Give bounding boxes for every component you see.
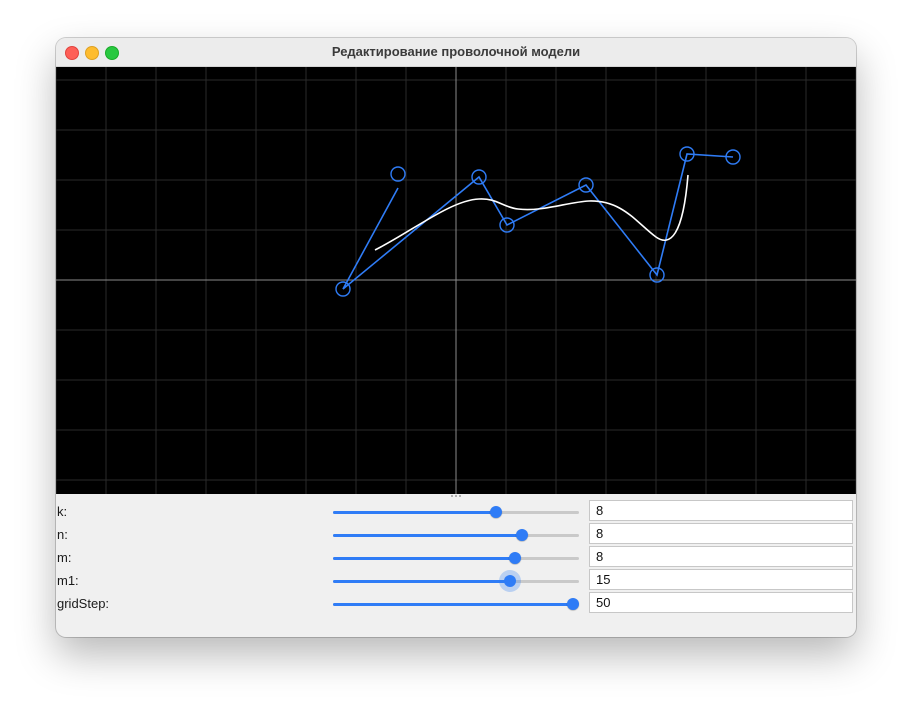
control-point[interactable] [390,166,406,182]
app-window: Редактирование проволочной модели k: 8 n… [56,38,856,637]
slider-fill [333,511,497,514]
slider-knob[interactable] [567,598,579,610]
param-label: m: [57,550,72,565]
param-slider[interactable] [332,500,580,523]
param-slider[interactable] [332,523,580,546]
slider-fill [333,534,523,537]
control-polyline [342,153,734,290]
param-slider[interactable] [332,569,580,592]
slider-fill [333,603,574,606]
slider-fill [333,557,516,560]
param-row-m1: m1: 15 [56,569,856,592]
slider-knob[interactable] [489,506,502,518]
param-input[interactable]: 15 [589,569,853,590]
slider-knob[interactable] [515,529,528,541]
param-label: k: [57,504,68,519]
splitter-handle[interactable] [450,495,462,499]
param-row-n: n: 8 [56,523,856,546]
title-bar[interactable]: Редактирование проволочной модели [56,38,856,67]
wireframe-canvas[interactable] [56,67,856,494]
param-input[interactable]: 8 [589,523,853,544]
param-label: m1: [57,573,79,588]
param-row-m: m: 8 [56,546,856,569]
param-input[interactable]: 8 [589,546,853,567]
param-row-k: k: 8 [56,500,856,523]
param-label: gridStep: [57,596,110,611]
param-row-gridstep: gridStep: 50 [56,592,856,615]
slider-fill [333,580,511,583]
slider-knob[interactable] [503,575,516,587]
param-slider[interactable] [332,546,580,569]
window-title: Редактирование проволочной модели [331,44,581,59]
param-slider[interactable] [332,592,580,615]
param-input[interactable]: 8 [589,500,853,521]
param-label: n: [57,527,68,542]
wireframe-svg[interactable] [56,67,856,494]
control-points[interactable] [335,146,741,297]
slider-knob[interactable] [508,552,521,564]
param-input[interactable]: 50 [589,592,853,613]
